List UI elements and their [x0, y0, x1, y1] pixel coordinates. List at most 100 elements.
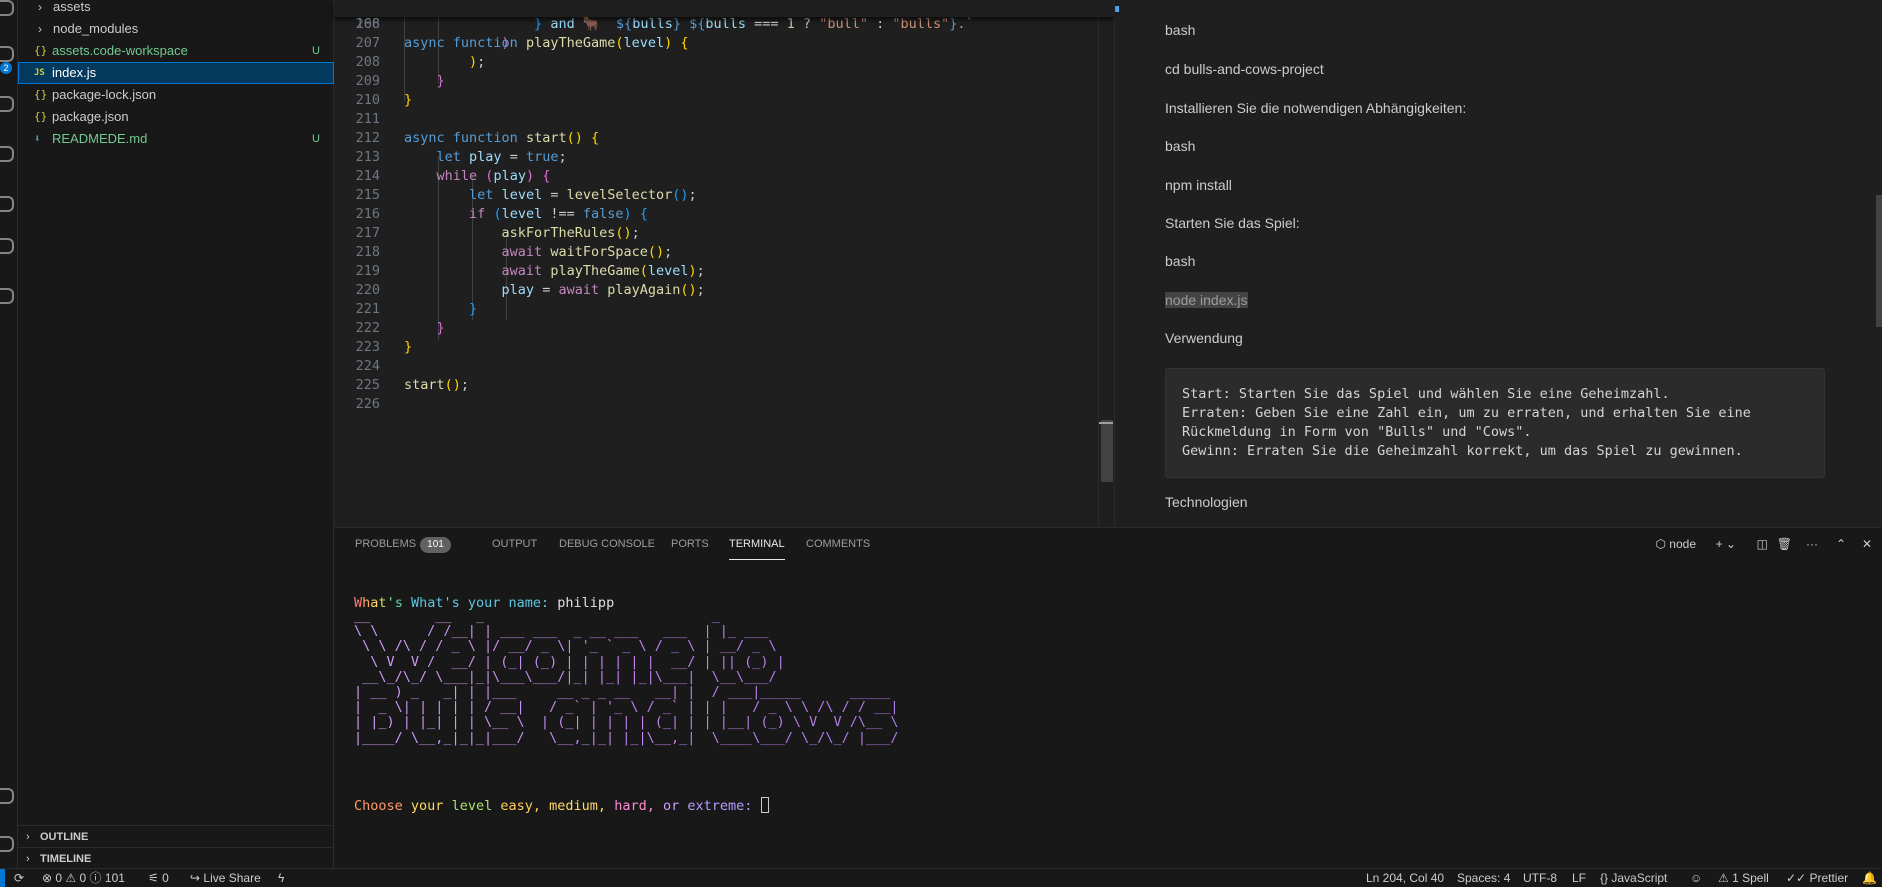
- copilot-icon[interactable]: ☺: [1690, 869, 1702, 887]
- code-line: askForTheRules();: [501, 225, 640, 241]
- info-count: 101: [104, 871, 125, 885]
- preview-text: Verwendung: [1165, 330, 1243, 346]
- level-prompt[interactable]: Choose your level easy, medium, hard, or…: [354, 765, 769, 848]
- markdown-preview[interactable]: bash cd bulls-and-cows-project Installie…: [1114, 0, 1882, 526]
- kill-terminal-button[interactable]: 🗑: [1777, 528, 1792, 560]
- code-line: while (play) {: [436, 168, 551, 184]
- tree-file-workspace[interactable]: {} assets.code-workspace U: [18, 40, 334, 62]
- ports-status[interactable]: ⚟ 0: [148, 869, 169, 887]
- eol-status[interactable]: LF: [1572, 869, 1586, 887]
- notifications-bell-icon[interactable]: 🔔: [1862, 869, 1877, 887]
- prompt-word: medium,: [549, 798, 607, 814]
- error-icon: ⊗: [42, 871, 56, 885]
- line-number: 218: [355, 244, 380, 260]
- live-share-status[interactable]: ↪ Live Share: [190, 869, 261, 887]
- json-file-icon: {}: [34, 88, 48, 101]
- tree-folder-node-modules[interactable]: › node_modules: [18, 18, 334, 40]
- remote-explorer-icon[interactable]: [0, 196, 14, 212]
- error-count: 0: [55, 871, 63, 885]
- cursor-position[interactable]: Ln 204, Col 40: [1366, 869, 1444, 887]
- problems-status[interactable]: ⊗ 0 ⚠ 0 ⓘ 101: [42, 869, 125, 887]
- terminal-selector[interactable]: ⬡ node: [1655, 528, 1696, 560]
- tree-file-index-js[interactable]: JS index.js: [18, 62, 334, 84]
- maximize-panel-button[interactable]: ⌃: [1836, 528, 1846, 560]
- source-control-icon[interactable]: [0, 46, 14, 62]
- tree-item-label: node_modules: [53, 21, 139, 36]
- json-file-icon: {}: [34, 44, 48, 57]
- code-line: async function start() {: [404, 130, 600, 146]
- split-terminal-button[interactable]: ◫: [1757, 528, 1768, 560]
- tree-item-label: READMEDE.md: [52, 131, 148, 146]
- line-number: 215: [355, 187, 380, 203]
- tree-item-label: index.js: [52, 65, 97, 80]
- tab-terminal[interactable]: TERMINAL: [729, 528, 785, 560]
- line-number: 223: [355, 339, 380, 355]
- sync-icon[interactable]: ⟳: [14, 869, 24, 887]
- remote-indicator[interactable]: [0, 869, 5, 887]
- double-check-icon: ✓✓: [1786, 871, 1810, 885]
- tab-comments[interactable]: COMMENTS: [806, 528, 870, 560]
- tree-file-package-lock[interactable]: {} package-lock.json: [18, 84, 334, 106]
- tab-problems[interactable]: PROBLEMS 101: [355, 528, 451, 560]
- manage-gear-icon[interactable]: [0, 836, 14, 852]
- testing-icon[interactable]: [0, 288, 14, 304]
- tab-label: PROBLEMS: [355, 538, 417, 550]
- tree-item-label: assets.code-workspace: [52, 43, 188, 58]
- editor-scrollbar[interactable]: [1098, 0, 1113, 526]
- outline-section[interactable]: › OUTLINE: [18, 825, 334, 847]
- ascii-line: \ \ / /__| | ___ ___ _ __ ___ ___ | |_ _…: [354, 623, 769, 640]
- language-mode[interactable]: {} JavaScript: [1600, 869, 1667, 887]
- account-icon[interactable]: [0, 788, 14, 804]
- status-bar: ⟳ ⊗ 0 ⚠ 0 ⓘ 101 ⚟ 0 ↪ Live Share ϟ Ln 20…: [0, 868, 1882, 887]
- ascii-line: \ \ /\ / / _ \ |/ __/ _ \| '_ ` _ \ / _ …: [354, 638, 777, 655]
- code-block-line: Rückmeldung in Form von "Bulls" und "Cow…: [1182, 424, 1532, 440]
- line-number: 217: [355, 225, 380, 241]
- lightning-icon[interactable]: ϟ: [278, 869, 284, 887]
- plus-icon: + ⌄: [1715, 537, 1736, 551]
- line-number: 216: [355, 206, 380, 222]
- editor-scroll-thumb[interactable]: [1101, 420, 1113, 482]
- new-terminal-button[interactable]: + ⌄: [1716, 528, 1736, 560]
- tree-folder-assets[interactable]: › assets: [18, 0, 334, 18]
- encoding-status[interactable]: UTF-8: [1523, 869, 1557, 887]
- ports-count: 0: [162, 871, 169, 885]
- tab-ports[interactable]: PORTS: [671, 528, 709, 560]
- spell-check-status[interactable]: ⚠ 1 Spell: [1718, 869, 1769, 887]
- tab-output[interactable]: OUTPUT: [492, 528, 537, 560]
- extensions-icon[interactable]: [0, 146, 14, 162]
- tree-item-label: package-lock.json: [52, 87, 157, 102]
- search-icon[interactable]: [0, 0, 14, 16]
- code-line: }: [436, 73, 445, 89]
- line-number: 224: [355, 358, 380, 374]
- indentation-status[interactable]: Spaces: 4: [1457, 869, 1510, 887]
- preview-scroll-thumb[interactable]: [1876, 195, 1882, 327]
- prettier-status[interactable]: ✓✓ Prettier: [1786, 869, 1848, 887]
- code-block-line: Gewinn: Erraten Sie die Geheimzahl korre…: [1182, 443, 1743, 459]
- tree-file-readme[interactable]: ⬇ READMEDE.md U: [18, 128, 334, 150]
- run-debug-icon[interactable]: [0, 96, 14, 112]
- chevron-right-icon: ›: [26, 831, 30, 843]
- outline-label: OUTLINE: [40, 831, 89, 843]
- timeline-label: TIMELINE: [40, 853, 92, 865]
- sticky-scroll-header[interactable]: 168 async function playTheGame(level) {: [334, 0, 1114, 51]
- tab-debug-console[interactable]: DEBUG CONSOLE: [559, 528, 655, 560]
- close-icon: ✕: [1861, 537, 1872, 551]
- cursor-marker: [1099, 422, 1113, 424]
- line-number: 226: [355, 396, 380, 412]
- chevron-up-icon: ⌃: [1835, 537, 1846, 551]
- source-control-badge: 2: [0, 62, 12, 74]
- code-editor[interactable]: 168 async function playTheGame(level) { …: [334, 0, 1114, 526]
- preview-code-block: Start: Starten Sie das Spiel und wählen …: [1165, 368, 1825, 478]
- timeline-section[interactable]: › TIMELINE: [18, 847, 334, 869]
- live-share-icon[interactable]: [0, 238, 14, 254]
- line-number: 211: [355, 111, 380, 127]
- more-actions-button[interactable]: ···: [1806, 528, 1818, 560]
- close-panel-button[interactable]: ✕: [1862, 528, 1872, 560]
- line-number: 214: [355, 168, 380, 184]
- warning-icon: ⚠: [65, 871, 80, 885]
- prompt-word: easy,: [500, 798, 541, 814]
- preview-text: Installieren Sie die notwendigen Abhängi…: [1165, 100, 1467, 116]
- terminal-cursor[interactable]: [760, 797, 769, 813]
- trash-icon: 🗑: [1776, 537, 1792, 551]
- tree-file-package-json[interactable]: {} package.json: [18, 106, 334, 128]
